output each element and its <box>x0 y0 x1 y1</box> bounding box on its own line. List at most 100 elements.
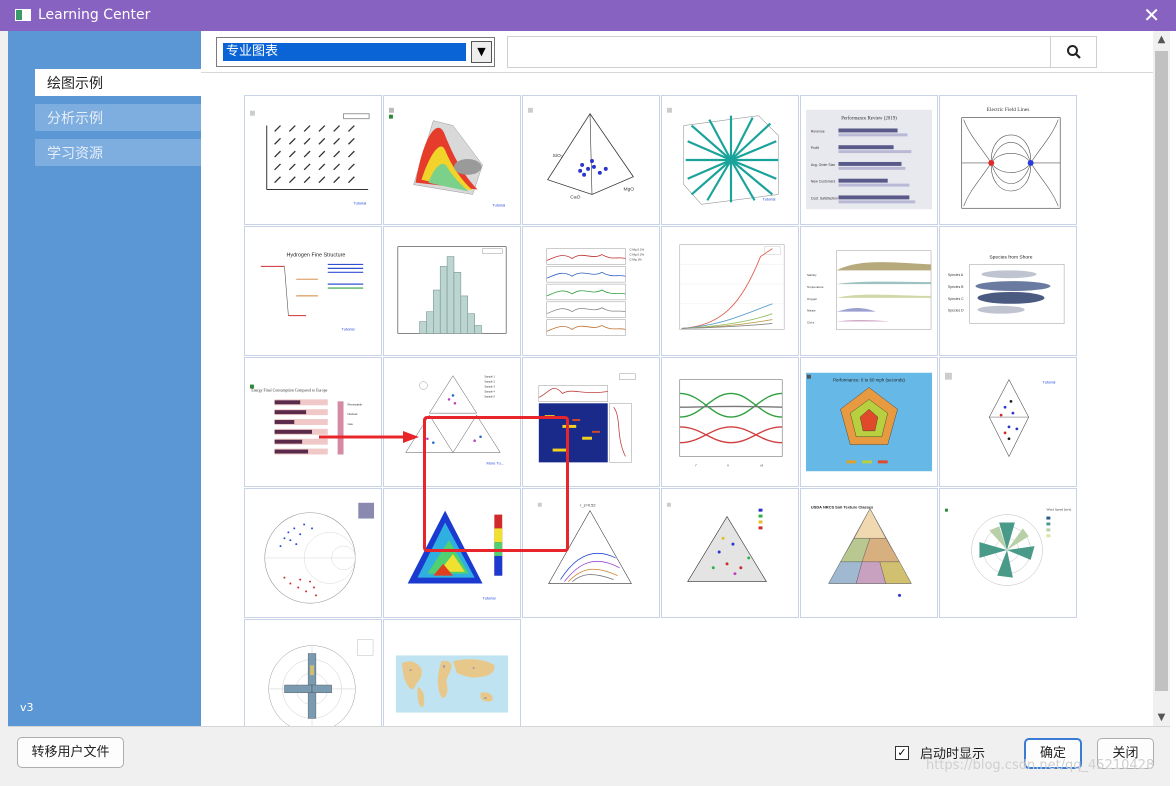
gallery-tile-vector-plot[interactable]: Tutorial <box>244 95 382 225</box>
main-content: 专业图表 ▼ Tutorial Tutorial SiO₂ CaO MgO Tu… <box>201 31 1153 749</box>
tile-link[interactable]: Tutorial <box>483 595 496 600</box>
svg-text:Gas: Gas <box>347 422 353 426</box>
svg-text:Species A: Species A <box>948 273 964 277</box>
app-icon <box>15 9 31 21</box>
gallery-tile-multi-line-growth[interactable] <box>661 226 799 356</box>
svg-text:Oxygen: Oxygen <box>807 297 817 301</box>
scroll-up-icon[interactable]: ▲ <box>1153 31 1170 48</box>
svg-text:B: B <box>443 664 445 668</box>
svg-text:Salinity: Salinity <box>807 273 817 277</box>
sidebar-item-learning-resources[interactable]: 学习资源 <box>35 139 201 166</box>
svg-text:New Customers: New Customers <box>811 180 836 184</box>
gallery-tile-hydrogen-fine-structure[interactable]: Hydrogen Fine Structure Tutorial <box>244 226 382 356</box>
gallery-tile-3d-surface[interactable]: Tutorial <box>383 95 521 225</box>
category-selected-value: 专业图表 <box>223 43 466 61</box>
gallery-tile-soil-texture-classes[interactable]: USDA NRCS Soil Texture Classes <box>800 488 938 618</box>
gallery-tile-ternary-multi-panel[interactable]: Sample 1 Sample 2 Sample 3 Sample 4 Sample 5… <box>383 357 521 487</box>
svg-text:Revenue: Revenue <box>811 129 825 133</box>
svg-text:Sample 5: Sample 5 <box>484 395 495 398</box>
title-bar: Learning Center ✕ <box>0 0 1176 31</box>
gallery-tile-3d-vector-field[interactable]: Tutorial <box>661 95 799 225</box>
tile-title: Performance Review (2019) <box>841 117 897 122</box>
gallery-tile-ridgeline[interactable]: Salinity Temperature Oxygen Nitrate Chl-a <box>800 226 938 356</box>
red-arrow-annotation <box>319 431 419 443</box>
gallery-tile-ternary-contour[interactable]: Tutorial <box>383 488 521 618</box>
gallery-tile-heatmap-spectrogram[interactable] <box>522 357 660 487</box>
gallery-tile-ternary-3d[interactable]: SiO₂ CaO MgO <box>522 95 660 225</box>
tile-title: Wind Speed (m/s) <box>1046 508 1071 512</box>
search-icon[interactable] <box>1050 37 1096 67</box>
svg-text:CaO: CaO <box>570 194 580 200</box>
svg-text:Sample 1: Sample 1 <box>484 376 495 379</box>
gallery-tile-stacked-spectra[interactable]: C-Mg 0.1% C-Mg 0.2% C-Mg 1% <box>522 226 660 356</box>
svg-text:X: X <box>727 463 729 467</box>
tile-title: Performance: 0 to 60 mph (seconds) <box>833 378 905 383</box>
gallery-tile-smith-chart[interactable] <box>244 488 382 618</box>
gallery-tile-electric-field-lines[interactable]: Electric Field Lines <box>939 95 1077 225</box>
toolbar: 专业图表 ▼ <box>201 31 1153 73</box>
gallery-tile-radar-performance[interactable]: Performance: 0 to 60 mph (seconds) <box>800 357 938 487</box>
svg-text:C-Mg 0.1%: C-Mg 0.1% <box>629 248 644 252</box>
svg-text:C-Mg 0.2%: C-Mg 0.2% <box>629 253 644 257</box>
window-title: Learning Center <box>38 7 151 23</box>
gallery-tile-ternary-scatter[interactable] <box>661 488 799 618</box>
tile-link[interactable]: Tutorial <box>342 326 355 331</box>
search-box <box>507 36 1097 68</box>
svg-text:Γ: Γ <box>696 463 698 467</box>
gallery-tile-energy-consumption[interactable]: Energy Final Consumption Compared to Eur… <box>244 357 382 487</box>
svg-text:Avg. Order Size: Avg. Order Size <box>811 163 835 167</box>
sidebar-item-plot-examples[interactable]: 绘图示例 <box>35 69 201 96</box>
svg-text:C-Mg 1%: C-Mg 1% <box>629 257 642 261</box>
svg-text:Profit: Profit <box>811 146 819 150</box>
gallery-tile-wind-rose[interactable]: Wind Speed (m/s) <box>939 488 1077 618</box>
search-input[interactable] <box>512 40 1042 64</box>
svg-text:SiO₂: SiO₂ <box>553 153 563 159</box>
gallery-tile-histogram[interactable] <box>383 226 521 356</box>
tile-link[interactable]: More Tu... <box>486 460 504 465</box>
show-on-startup-checkbox[interactable]: ✓ <box>895 746 909 760</box>
background-window-edge <box>1170 31 1176 786</box>
svg-text:r_s=0.52: r_s=0.52 <box>580 503 595 508</box>
gallery-grid: Tutorial Tutorial SiO₂ CaO MgO Tutorial … <box>244 95 1080 749</box>
svg-text:Species D: Species D <box>948 309 964 313</box>
tile-link[interactable]: Tutorial <box>1042 380 1055 385</box>
svg-text:Nitrate: Nitrate <box>807 309 816 313</box>
gallery-tile-ternary-lines[interactable]: r_s=0.52 <box>522 488 660 618</box>
svg-text:Sample 4: Sample 4 <box>484 390 495 393</box>
svg-text:A: A <box>410 668 412 672</box>
gallery-tile-ternary-diamond[interactable]: Tutorial <box>939 357 1077 487</box>
svg-text:Sample 2: Sample 2 <box>484 381 495 384</box>
svg-text:Renewable: Renewable <box>347 402 362 406</box>
svg-text:MgO: MgO <box>623 187 634 193</box>
tile-link[interactable]: Tutorial <box>492 202 505 207</box>
category-dropdown[interactable]: 专业图表 ▼ <box>216 37 495 67</box>
scrollbar-thumb[interactable] <box>1155 51 1168 691</box>
vertical-scrollbar[interactable]: ▲ ▼ <box>1153 31 1170 726</box>
bottom-bar: 转移用户文件 ✓ 启动时显示 确定 关闭 https://blog.csdn.n… <box>8 726 1170 778</box>
sidebar-item-analysis-examples[interactable]: 分析示例 <box>35 104 201 131</box>
gallery-tile-band-structure[interactable]: ΓXM <box>661 357 799 487</box>
gallery-tile-species-from-shore[interactable]: Species from Shore Species A Species B Spe… <box>939 226 1077 356</box>
svg-text:Nuclear: Nuclear <box>347 412 357 416</box>
tile-title: Energy Final Consumption Compared to Eur… <box>251 387 327 392</box>
tile-link[interactable]: Tutorial <box>353 200 366 205</box>
svg-text:Temperature: Temperature <box>807 285 824 289</box>
tile-title: USDA NRCS Soil Texture Classes <box>811 505 874 510</box>
version-label: v3 <box>20 701 34 714</box>
watermark-text: https://blog.csdn.net/qq_45210428 <box>926 758 1155 773</box>
chevron-down-icon[interactable]: ▼ <box>471 41 492 63</box>
svg-text:D: D <box>484 696 486 700</box>
gallery-tile-performance-review[interactable]: Performance Review (2019) Revenue Profit A… <box>800 95 938 225</box>
svg-text:Species C: Species C <box>948 297 964 301</box>
learning-center-window: Learning Center ✕ 绘图示例 分析示例 学习资源 v3 专业图表… <box>0 0 1176 786</box>
scroll-down-icon[interactable]: ▼ <box>1153 709 1170 726</box>
transfer-user-files-button[interactable]: 转移用户文件 <box>17 737 124 768</box>
svg-text:Chl-a: Chl-a <box>807 320 814 324</box>
svg-text:Sample 3: Sample 3 <box>484 386 495 389</box>
svg-text:Species B: Species B <box>948 285 964 289</box>
close-icon[interactable]: ✕ <box>1143 3 1160 27</box>
svg-text:M: M <box>761 463 764 467</box>
tile-title: Species from Shore <box>989 255 1032 261</box>
svg-text:Tutorial: Tutorial <box>762 196 775 201</box>
tile-title: Hydrogen Fine Structure <box>287 253 346 259</box>
